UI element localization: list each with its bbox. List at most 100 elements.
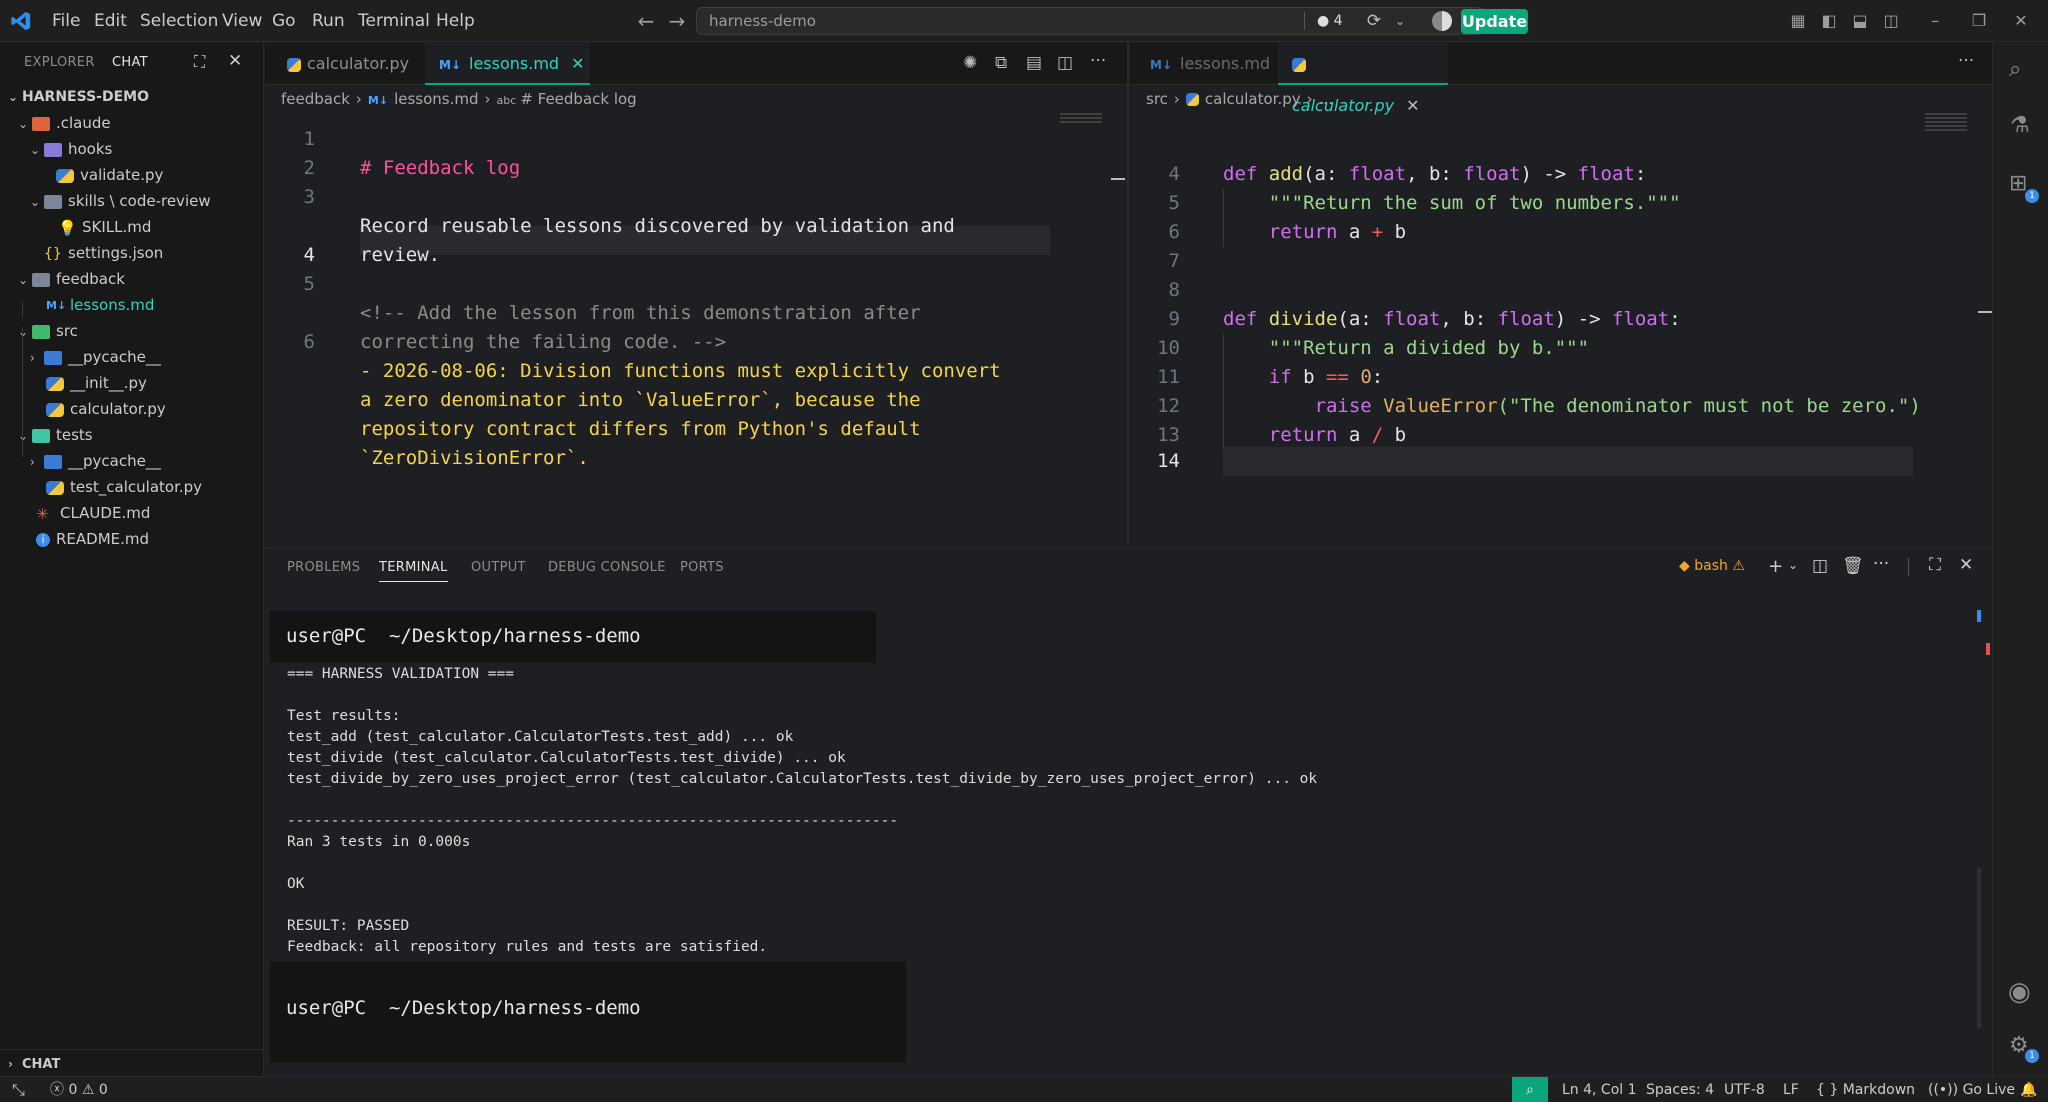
breadcrumb-item[interactable]: # Feedback log — [520, 90, 636, 108]
tree-folder-pycache-tests[interactable]: › __pycache__ — [0, 448, 264, 474]
minimap[interactable] — [1925, 113, 1967, 131]
minimize-icon[interactable]: – — [1922, 8, 1948, 34]
restore-icon[interactable]: ❐ — [1966, 8, 1992, 34]
tree-folder-pycache-src[interactable]: › __pycache__ — [0, 344, 264, 370]
close-window-icon[interactable]: ✕ — [2008, 8, 2034, 34]
testing-icon[interactable]: ⚗ — [2010, 113, 2030, 138]
split-terminal-icon[interactable]: ◫ — [1812, 556, 1828, 576]
tree-file-lessons[interactable]: M↓ lessons.md — [0, 292, 264, 318]
breadcrumb-item[interactable]: feedback — [281, 90, 350, 108]
close-icon[interactable]: ✕ — [228, 51, 242, 71]
problems-status[interactable]: ⓧ 0 ⚠ 0 — [50, 1077, 108, 1102]
notifications-icon[interactable]: 🔔 — [2020, 1077, 2037, 1102]
close-tab-icon[interactable]: ✕ — [571, 54, 584, 73]
tab-lessons-md[interactable]: M↓ lessons.md ✕ — [425, 43, 590, 85]
tab-ports[interactable]: PORTS — [680, 560, 724, 575]
account-icon[interactable]: ◉ — [2008, 977, 2031, 1007]
layout-icon[interactable]: ▤ — [1026, 53, 1042, 73]
sync-icon[interactable]: ⟳ — [1363, 10, 1385, 32]
breadcrumb-item[interactable]: lessons.md — [394, 90, 478, 108]
indentation[interactable]: Spaces: 4 — [1646, 1077, 1714, 1102]
tab-calculator-py[interactable]: calculator.py ✕ — [1278, 43, 1448, 115]
breadcrumb-item[interactable]: src — [1146, 90, 1168, 108]
end-of-line[interactable]: LF — [1783, 1077, 1799, 1102]
more-actions-icon[interactable]: ··· — [1958, 51, 1974, 71]
tab-explorer[interactable]: EXPLORER — [24, 55, 95, 70]
terminal-prompt[interactable]: user@PC ~/Desktop/harness-demo — [286, 997, 641, 1019]
menu-terminal[interactable]: Terminal — [358, 0, 430, 42]
changes-badge[interactable]: ● 4 — [1317, 8, 1343, 34]
remote-icon[interactable]: ⤡ — [12, 1077, 25, 1102]
more-actions-icon[interactable]: ··· — [1873, 554, 1889, 574]
chevron-down-icon[interactable]: ⌄ — [1395, 10, 1413, 32]
breadcrumb-item[interactable]: calculator.py — [1205, 90, 1301, 108]
maximize-panel-icon[interactable]: ⛶ — [1929, 555, 1941, 575]
tree-file-skill[interactable]: 💡 SKILL.md — [0, 214, 264, 240]
copilot-icon[interactable] — [1432, 11, 1452, 31]
tab-chat[interactable]: CHAT — [112, 55, 148, 70]
update-button[interactable]: Update — [1461, 9, 1528, 34]
colon: : — [1634, 163, 1647, 185]
toggle-sidebar-icon[interactable]: ◧ — [1816, 8, 1842, 34]
go-live[interactable]: ((•)) Go Live — [1928, 1077, 2015, 1102]
tree-folder-claude[interactable]: ⌄ .claude — [0, 110, 264, 136]
cursor-position[interactable]: Ln 4, Col 1 — [1562, 1077, 1637, 1102]
back-arrow-icon[interactable]: ← — [633, 8, 659, 34]
tree-file-init[interactable]: __init__.py — [0, 370, 264, 396]
explorer-root[interactable]: ⌄ HARNESS-DEMO — [0, 84, 264, 110]
toggle-secondary-sidebar-icon[interactable]: ◫ — [1878, 8, 1904, 34]
tree-folder-tests[interactable]: ⌄ tests — [0, 422, 264, 448]
colon: : — [1669, 308, 1681, 330]
split-editor-icon[interactable]: ◫ — [1057, 53, 1073, 73]
search-icon[interactable]: ⌕ — [2009, 57, 2021, 82]
tree-folder-src[interactable]: ⌄ src — [0, 318, 264, 344]
openai-icon[interactable]: ✺ — [963, 53, 977, 73]
tree-file-readme[interactable]: i README.md — [0, 526, 264, 552]
language-mode[interactable]: { } Markdown — [1816, 1077, 1915, 1102]
md-heading: # Feedback log — [360, 157, 521, 179]
tree-file-settings[interactable]: {} settings.json — [0, 240, 264, 266]
open-preview-icon[interactable]: ⧉ — [995, 53, 1007, 73]
maximize-icon[interactable]: ⛶ — [194, 52, 205, 72]
menu-view[interactable]: View — [222, 0, 262, 42]
tree-file-test-calculator[interactable]: test_calculator.py — [0, 474, 264, 500]
tab-output[interactable]: OUTPUT — [471, 560, 526, 575]
chat-section[interactable]: › CHAT — [0, 1051, 264, 1077]
terminal-instance[interactable]: ◆ bash ⚠ — [1679, 558, 1745, 574]
tree-folder-skills[interactable]: ⌄ skills \ code-review — [0, 188, 264, 214]
chevron-down-icon[interactable]: ⌄ — [1788, 558, 1798, 572]
tree-file-claude-md[interactable]: ✳ CLAUDE.md — [0, 500, 264, 526]
menu-help[interactable]: Help — [436, 0, 475, 42]
line-number: 2 — [303, 157, 315, 179]
tree-folder-feedback[interactable]: ⌄ feedback — [0, 266, 264, 292]
menu-edit[interactable]: Edit — [94, 0, 127, 42]
tree-file-calculator[interactable]: calculator.py — [0, 396, 264, 422]
tab-lessons-md[interactable]: M↓ lessons.md — [1136, 43, 1284, 85]
tree-folder-hooks[interactable]: ⌄ hooks — [0, 136, 264, 162]
close-tab-icon[interactable]: ✕ — [1406, 96, 1419, 115]
close-panel-icon[interactable]: ✕ — [1959, 555, 1973, 575]
forward-arrow-icon[interactable]: → — [664, 8, 690, 34]
more-actions-icon[interactable]: ··· — [1090, 51, 1106, 71]
tab-debug-console[interactable]: DEBUG CONSOLE — [548, 560, 666, 575]
zoom-icon[interactable]: ⌕ — [1512, 1077, 1548, 1102]
encoding[interactable]: UTF-8 — [1724, 1077, 1765, 1102]
tab-calculator-py[interactable]: calculator.py — [273, 43, 423, 85]
menu-run[interactable]: Run — [312, 0, 345, 42]
trash-icon[interactable]: 🗑 — [1842, 556, 1864, 576]
tab-problems[interactable]: PROBLEMS — [287, 560, 360, 575]
menu-selection[interactable]: Selection — [140, 0, 218, 42]
command-center[interactable]: harness-demo ● 4 ⟳ ⌄ — [696, 7, 1484, 35]
tab-terminal[interactable]: TERMINAL — [379, 560, 448, 582]
tree-file-validate[interactable]: validate.py — [0, 162, 264, 188]
new-terminal-icon[interactable]: + — [1768, 556, 1783, 577]
arrow: ) -> — [1554, 308, 1612, 330]
breadcrumb-item[interactable]: ... — [1319, 90, 1333, 108]
editor-split-divider[interactable] — [1127, 43, 1129, 546]
menu-go[interactable]: Go — [272, 0, 296, 42]
menu-file[interactable]: File — [52, 0, 80, 42]
scrollbar[interactable] — [1977, 868, 1981, 1028]
toggle-panel-icon[interactable]: ⬓ — [1847, 8, 1873, 34]
minimap[interactable] — [1060, 113, 1102, 125]
layout-customize-icon[interactable]: ▦ — [1785, 8, 1811, 34]
